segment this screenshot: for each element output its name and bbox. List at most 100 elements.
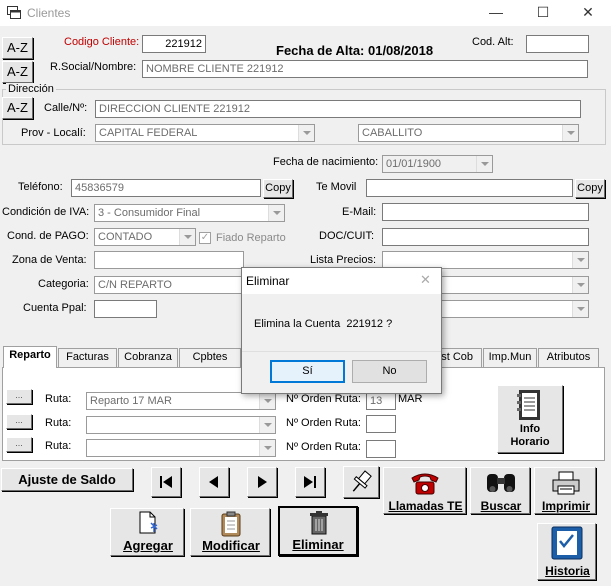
az-button-direccion[interactable]: A-Z — [2, 97, 33, 119]
cuenta-ppal-field[interactable] — [94, 300, 157, 318]
az-button-codigo[interactable]: A-Z — [2, 37, 33, 59]
calle-label: Calle/Nº: — [44, 102, 88, 114]
ruta-1-value: Reparto 17 MAR — [90, 395, 172, 407]
pin-button[interactable] — [343, 466, 379, 498]
first-record-button[interactable] — [151, 467, 181, 497]
email-label: E-Mail: — [342, 206, 377, 218]
zona-venta-select[interactable] — [94, 251, 244, 269]
te-movil-label: Te Movil — [316, 181, 357, 193]
last-record-button[interactable] — [295, 467, 325, 497]
maximize-button[interactable]: ☐ — [520, 0, 566, 26]
categoria-select[interactable]: C/N REPARTO — [94, 276, 244, 294]
localidad-value: CABALLITO — [362, 127, 423, 139]
cuenta-extra-select[interactable] — [440, 300, 589, 318]
chevron-down-icon — [572, 277, 588, 293]
email-field[interactable] — [382, 203, 589, 221]
tab-facturas[interactable]: Facturas — [58, 348, 117, 367]
telefono-field[interactable]: 45836579 — [71, 179, 261, 197]
ruta-3-label: Ruta: — [45, 440, 72, 452]
modificar-button[interactable]: Modificar — [190, 508, 270, 556]
condicion-iva-label: Condición de IVA: — [2, 206, 90, 218]
last-icon — [304, 476, 316, 488]
ruta-1-select[interactable]: Reparto 17 MAR — [86, 392, 276, 410]
orden-ruta-1-field[interactable]: 13 — [366, 392, 396, 410]
tab-cobranza[interactable]: Cobranza — [118, 348, 178, 367]
cod-alt-field[interactable] — [526, 35, 589, 53]
razon-social-field[interactable]: NOMBRE CLIENTE 221912 — [142, 60, 588, 78]
fiado-reparto-checkbox[interactable]: ✓ — [199, 232, 211, 244]
historia-button[interactable]: Historia — [537, 523, 596, 580]
modificar-label: Modificar — [202, 538, 260, 553]
categoria-extra-select[interactable] — [440, 276, 589, 294]
ruta-2-label: Ruta: — [45, 417, 72, 429]
doc-cuit-field[interactable] — [382, 228, 589, 246]
trash-can-icon — [310, 511, 328, 535]
previous-icon — [209, 476, 218, 488]
ajuste-saldo-button[interactable]: Ajuste de Saldo — [1, 468, 133, 491]
agregar-button[interactable]: Agregar — [110, 508, 184, 556]
tab-imp-mun[interactable]: Imp.Mun — [483, 348, 537, 367]
tab-reparto[interactable]: Reparto — [3, 346, 57, 368]
tab-cpbtes[interactable]: Cpbtes — [179, 348, 241, 367]
ruta-1-dots-button[interactable]: ... — [6, 389, 32, 404]
cond-pago-select[interactable]: CONTADO — [94, 228, 196, 246]
ruta-2-dots-button[interactable]: ... — [6, 414, 32, 429]
az-button-nombre[interactable]: A-Z — [2, 61, 33, 83]
localidad-select[interactable]: CABALLITO — [358, 124, 579, 142]
info-horario-button[interactable]: Info Horario — [497, 385, 563, 453]
minimize-button[interactable]: — — [473, 0, 519, 26]
first-icon — [160, 476, 172, 488]
cond-pago-value: CONTADO — [98, 231, 153, 243]
telephone-icon — [411, 473, 439, 495]
copy-movil-button[interactable]: Copy — [575, 179, 605, 198]
dialog-message: Elimina la Cuenta 221912 ? — [254, 318, 393, 330]
dialog-yes-button[interactable]: Sí — [270, 360, 345, 383]
codigo-cliente-field[interactable]: 221912 — [142, 35, 206, 53]
orden-ruta-3-field[interactable] — [366, 440, 396, 458]
orden-ruta-2-label: Nº Orden Ruta: — [286, 417, 361, 429]
previous-record-button[interactable] — [199, 467, 229, 497]
buscar-button[interactable]: Buscar — [470, 467, 530, 514]
close-button[interactable]: ✕ — [565, 0, 611, 26]
eliminar-label: Eliminar — [292, 537, 344, 552]
zona-venta-label: Zona de Venta: — [12, 254, 87, 266]
imprimir-label: Imprimir — [541, 499, 590, 513]
razon-social-label: R.Social/Nombre: — [50, 61, 137, 73]
fecha-nacimiento-value: 01/01/1900 — [386, 158, 442, 170]
ruta-3-dots-button[interactable]: ... — [6, 437, 32, 452]
fecha-nacimiento-label: Fecha de nacimiento: — [273, 156, 379, 168]
te-movil-field[interactable] — [366, 179, 573, 197]
orden-ruta-3-label: Nº Orden Ruta: — [286, 441, 361, 453]
notebook-icon — [517, 390, 540, 420]
calle-field[interactable]: DIRECCION CLIENTE 221912 — [95, 100, 581, 118]
llamadas-te-label: Llamadas TE — [388, 499, 463, 513]
dialog-title: Eliminar — [246, 274, 290, 288]
ruta-2-select[interactable] — [86, 416, 276, 434]
condicion-iva-select[interactable]: 3 - Consumidor Final — [94, 204, 285, 222]
llamadas-te-button[interactable]: Llamadas TE — [383, 467, 466, 514]
condicion-iva-value: 3 - Consumidor Final — [98, 207, 201, 219]
dialog-close-icon[interactable]: ✕ — [420, 272, 431, 288]
provincia-select[interactable]: CAPITAL FEDERAL — [95, 124, 315, 142]
tab-lst-cob[interactable]: st Cob — [435, 348, 482, 367]
dialog-no-button[interactable]: No — [352, 360, 427, 383]
info-horario-label: Info Horario — [510, 423, 550, 448]
agregar-label: Agregar — [123, 538, 173, 553]
cod-alt-label: Cod. Alt: — [472, 36, 514, 48]
new-document-icon — [139, 511, 158, 534]
binoculars-icon — [487, 474, 515, 492]
imprimir-button[interactable]: Imprimir — [534, 467, 596, 514]
title-bar: Clientes — ☐ ✕ — [0, 0, 611, 26]
chevron-down-icon — [179, 229, 195, 245]
tab-atributos[interactable]: Atributos — [538, 348, 599, 367]
cuenta-ppal-label: Cuenta Ppal: — [23, 302, 87, 314]
orden-ruta-2-field[interactable] — [366, 415, 396, 433]
next-record-button[interactable] — [247, 467, 277, 497]
eliminar-button[interactable]: Eliminar — [278, 506, 358, 556]
fecha-alta-text: Fecha de Alta: 01/08/2018 — [276, 43, 434, 58]
ruta-3-select[interactable] — [86, 439, 276, 457]
app-window-icon — [7, 6, 21, 19]
copy-telefono-button[interactable]: Copy — [263, 179, 293, 198]
codigo-cliente-label: Codigo Cliente: — [64, 36, 140, 48]
fecha-nacimiento-picker[interactable]: 01/01/1900 — [382, 155, 493, 173]
